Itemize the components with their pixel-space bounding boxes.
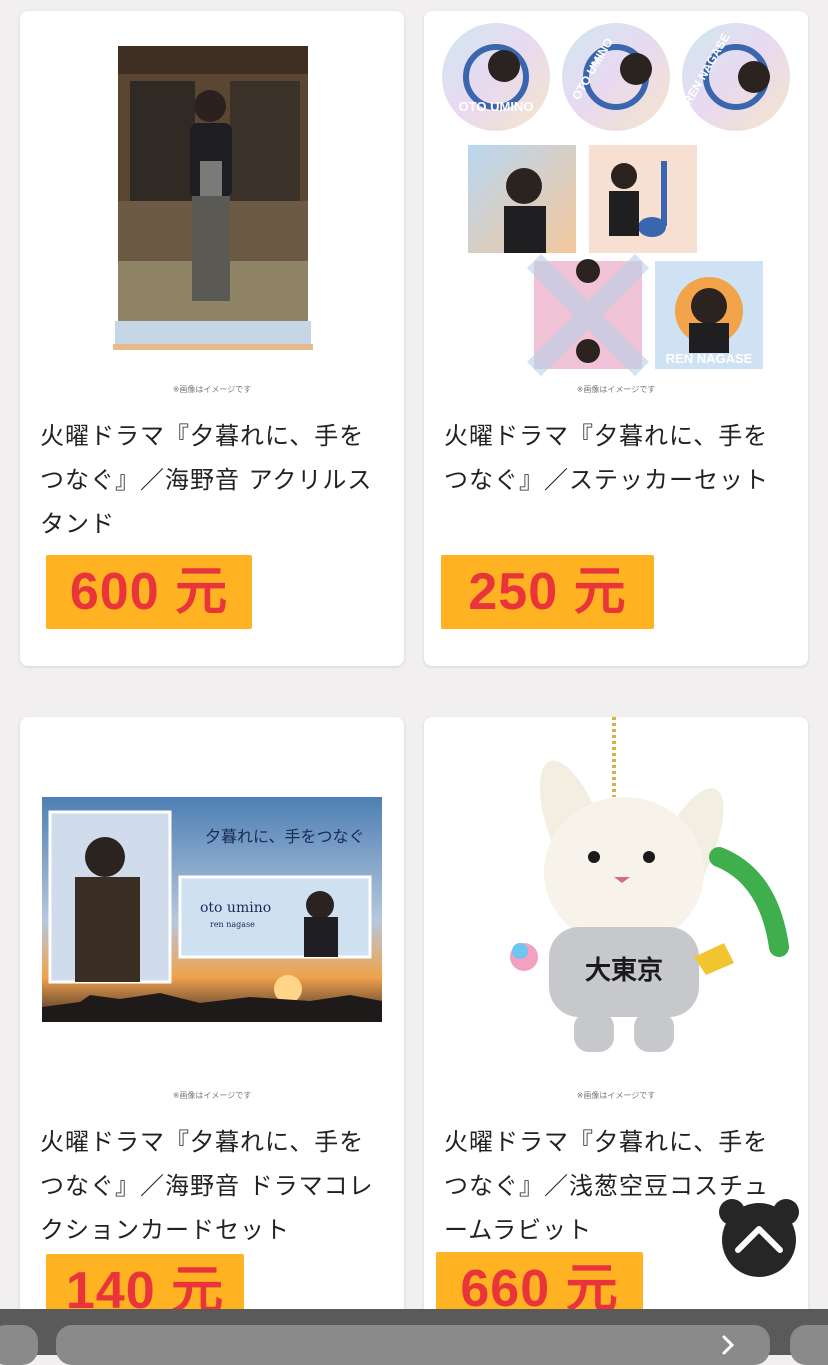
- product-title[interactable]: 火曜ドラマ『夕暮れに、手をつなぐ』／海野音 ドラマコレクションカードセット: [40, 1120, 385, 1252]
- chevron-right-icon: [722, 1335, 735, 1355]
- product-grid: ※画像はイメージです 火曜ドラマ『夕暮れに、手をつなぐ』／海野音 アクリルスタン…: [0, 0, 828, 1355]
- sticker-text: OTO UMINO: [459, 99, 534, 114]
- image-note: ※画像はイメージです: [576, 385, 656, 394]
- product-image[interactable]: 夕暮れに、手をつなぐ oto umino ren nagase ※画像はイメージ…: [20, 717, 404, 1107]
- card-text: oto umino: [200, 900, 271, 916]
- product-image[interactable]: 大東京 ※画像はイメージです: [424, 717, 808, 1107]
- chevron-up-icon: [719, 1199, 799, 1277]
- card-text: 夕暮れに、手をつなぐ: [205, 827, 365, 846]
- product-card[interactable]: 夕暮れに、手をつなぐ oto umino ren nagase ※画像はイメージ…: [20, 717, 404, 1317]
- shirt-text: 大東京: [585, 955, 663, 986]
- product-image[interactable]: OTO UMINO OTO UMINO REN NAGASE REN NAGAS…: [424, 11, 808, 401]
- image-note: ※画像はイメージです: [576, 1091, 656, 1100]
- price-badge: 600 元: [46, 555, 252, 629]
- image-note: ※画像はイメージです: [172, 385, 252, 394]
- product-image[interactable]: ※画像はイメージです: [20, 11, 404, 401]
- scroll-to-top-button[interactable]: [718, 1198, 800, 1278]
- sticker-text: REN NAGASE: [666, 351, 753, 366]
- product-card[interactable]: ※画像はイメージです 火曜ドラマ『夕暮れに、手をつなぐ』／海野音 アクリルスタン…: [20, 11, 404, 666]
- bottom-bar-right-segment[interactable]: [790, 1325, 828, 1365]
- bottom-bar: [0, 1309, 828, 1365]
- product-title[interactable]: 火曜ドラマ『夕暮れに、手をつなぐ』／ステッカーセット: [444, 414, 789, 502]
- product-title[interactable]: 火曜ドラマ『夕暮れに、手をつなぐ』／海野音 アクリルスタンド: [40, 414, 385, 546]
- bottom-bar-main-segment[interactable]: [56, 1325, 770, 1365]
- card-text: ren nagase: [210, 920, 255, 929]
- price-badge: 140 元: [46, 1254, 244, 1317]
- price-badge: 250 元: [441, 555, 654, 629]
- bottom-bar-left-segment[interactable]: [0, 1325, 38, 1365]
- product-card[interactable]: OTO UMINO OTO UMINO REN NAGASE REN NAGAS…: [424, 11, 808, 666]
- price-badge: 660 元: [436, 1252, 643, 1317]
- image-note: ※画像はイメージです: [172, 1091, 252, 1100]
